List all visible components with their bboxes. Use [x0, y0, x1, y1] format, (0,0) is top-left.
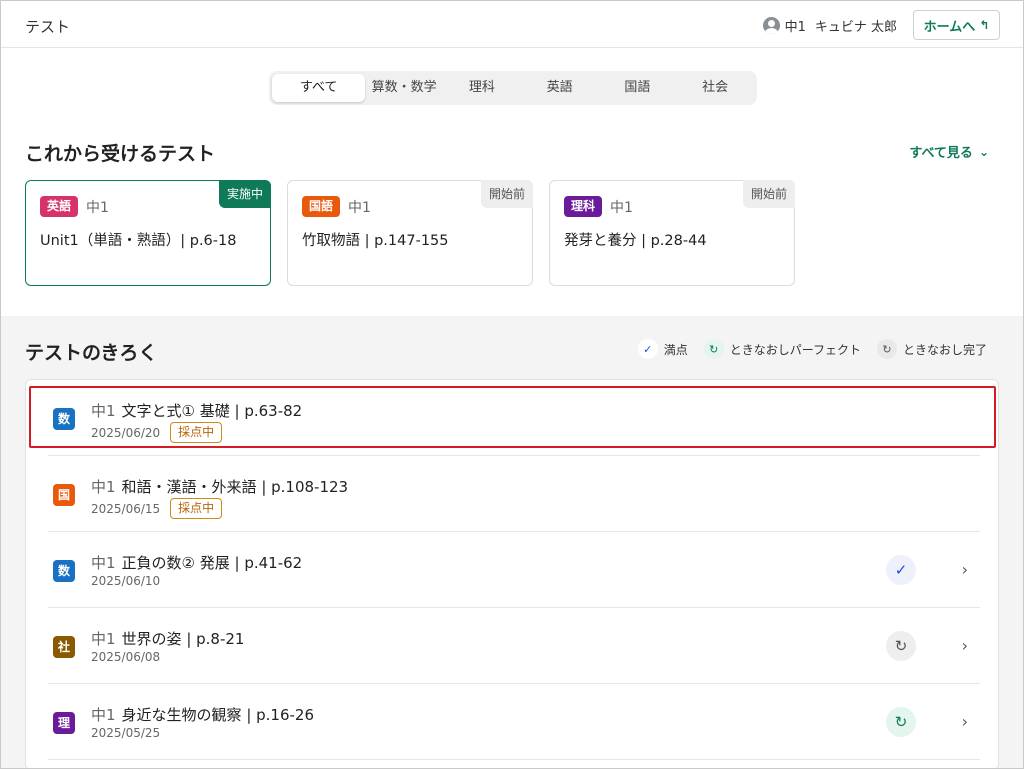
item-test-name: 世界の姿 | p.8-21	[121, 630, 245, 648]
result-legend: ✓ 満点 ↻ ときなおしパーフェクト ↻ ときなおし完了	[622, 339, 987, 359]
user-info: 中1 キュビナ 太郎	[762, 16, 897, 35]
item-title-row: 中1 正負の数② 発展 | p.41-62	[91, 552, 302, 573]
chevron-down-icon: ⌄	[978, 144, 989, 159]
tab-all[interactable]: すべて	[272, 74, 366, 102]
item-title-row: 中1 身近な生物の観察 | p.16-26	[91, 704, 314, 725]
item-grade: 中1	[91, 706, 116, 724]
legend-item: ↻ ときなおしパーフェクト	[703, 339, 861, 359]
redo-done-icon: ↻	[886, 631, 916, 661]
legend-item: ✓ 満点	[637, 339, 688, 359]
item-grade: 中1	[91, 478, 116, 496]
subject-icon: 社	[53, 636, 75, 658]
top-bar: テスト 中1 キュビナ 太郎 ホームへ ↰	[1, 1, 1023, 48]
item-title-row: 中1 和語・漢語・外来語 | p.108-123	[91, 476, 348, 497]
card-grade: 中1	[348, 199, 371, 216]
item-title-row: 中1 世界の姿 | p.8-21	[91, 628, 244, 649]
status-badge: 開始前	[480, 180, 533, 208]
legend-item: ↻ ときなおし完了	[876, 339, 987, 359]
tab-english[interactable]: 英語	[521, 74, 599, 102]
list-item[interactable]: 数 中1 正負の数② 発展 | p.41-62 2025/06/10 ✓ ›	[26, 532, 998, 608]
item-date: 2025/06/08	[91, 650, 161, 664]
tab-japanese[interactable]: 国語	[599, 74, 677, 102]
check-badge-icon: ✓	[886, 555, 916, 585]
chevron-right-icon[interactable]: ›	[962, 712, 968, 731]
tab-math[interactable]: 算数・数学	[365, 74, 443, 102]
upcoming-card[interactable]: 実施中 英語 中1 Unit1（単語・熟語）| p.6-18	[25, 180, 271, 286]
subject-icon: 国	[53, 484, 75, 506]
item-meta: 2025/06/15 採点中	[91, 498, 223, 519]
subject-badge: 国語	[302, 196, 341, 217]
item-date: 2025/06/15	[91, 501, 161, 516]
upcoming-section-title: これから受けるテスト	[25, 143, 216, 165]
chevron-right-icon[interactable]: ›	[962, 636, 968, 655]
item-test-name: 身近な生物の観察 | p.16-26	[121, 706, 315, 724]
card-grade: 中1	[610, 199, 633, 216]
redo-done-icon: ↻	[876, 339, 897, 359]
subject-icon: 数	[53, 560, 75, 582]
item-meta: 2025/06/08	[91, 650, 160, 664]
legend-label: ときなおしパーフェクト	[729, 342, 861, 357]
item-date: 2025/05/25	[91, 726, 161, 740]
tab-science[interactable]: 理科	[443, 74, 521, 102]
card-test-name: 竹取物語 | p.147-155	[302, 233, 449, 249]
history-section-title: テストのきろく	[25, 342, 158, 364]
return-arrow-icon: ↰	[979, 18, 990, 32]
subject-badge: 英語	[40, 196, 79, 217]
chevron-right-icon[interactable]: ›	[962, 560, 968, 579]
selection-highlight	[29, 386, 996, 448]
list-item[interactable]: 理 中1 身近な生物の観察 | p.16-26 2025/05/25 ↻ ›	[26, 684, 998, 760]
user-name: キュビナ 太郎	[814, 20, 897, 35]
user-avatar-icon	[762, 17, 780, 34]
item-test-name: 和語・漢語・外来語 | p.108-123	[121, 478, 349, 496]
redo-perfect-icon: ↻	[886, 707, 916, 737]
status-badge: 開始前	[742, 180, 795, 208]
divider	[48, 759, 980, 760]
list-item[interactable]: 社 中1 世界の姿 | p.8-21 2025/06/08 ↻ ›	[26, 608, 998, 684]
item-test-name: 正負の数② 発展 | p.41-62	[121, 554, 303, 572]
subject-tabs: すべて 算数・数学 理科 英語 国語 社会	[269, 71, 757, 105]
grading-badge: 採点中	[170, 498, 223, 519]
upcoming-card[interactable]: 開始前 理科 中1 発芽と養分 | p.28-44	[549, 180, 795, 286]
item-grade: 中1	[91, 554, 116, 572]
app-frame: テスト 中1 キュビナ 太郎 ホームへ ↰ すべて 算数・数学 理科 英語 国語…	[0, 0, 1024, 769]
legend-label: 満点	[663, 342, 688, 357]
card-test-name: 発芽と養分 | p.28-44	[564, 233, 707, 249]
check-badge-icon: ✓	[637, 339, 658, 359]
subject-icon: 理	[53, 712, 75, 734]
item-meta: 2025/05/25	[91, 726, 160, 740]
see-all-label: すべて見る	[909, 146, 973, 161]
home-button-label: ホームへ	[923, 19, 976, 35]
upcoming-card[interactable]: 開始前 国語 中1 竹取物語 | p.147-155	[287, 180, 533, 286]
tab-social[interactable]: 社会	[676, 74, 754, 102]
card-test-name: Unit1（単語・熟語）| p.6-18	[40, 233, 237, 249]
upcoming-cards: 実施中 英語 中1 Unit1（単語・熟語）| p.6-18 開始前 国語 中1…	[25, 180, 795, 286]
see-all-link[interactable]: すべて見る ⌄	[909, 142, 989, 162]
item-date: 2025/06/10	[91, 574, 161, 588]
item-meta: 2025/06/10	[91, 574, 160, 588]
status-badge: 実施中	[218, 180, 271, 208]
page-title: テスト	[25, 18, 71, 36]
list-item[interactable]: 国 中1 和語・漢語・外来語 | p.108-123 2025/06/15 採点中	[26, 456, 998, 532]
redo-perfect-icon: ↻	[703, 339, 724, 359]
home-button[interactable]: ホームへ ↰	[913, 10, 1000, 40]
card-grade: 中1	[86, 199, 109, 216]
legend-label: ときなおし完了	[902, 342, 987, 357]
subject-badge: 理科	[564, 196, 603, 217]
user-grade: 中1	[784, 20, 806, 35]
item-grade: 中1	[91, 630, 116, 648]
